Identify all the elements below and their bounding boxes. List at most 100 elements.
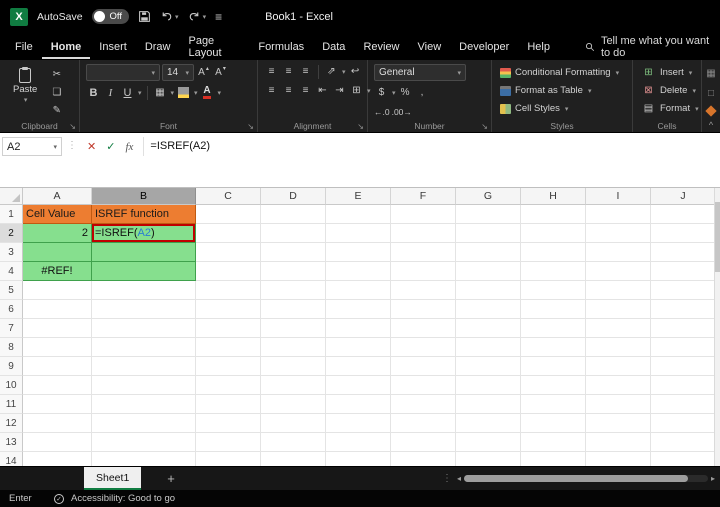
number-format-select[interactable]: General ▾ [374,64,466,81]
cell-C8[interactable] [196,338,261,357]
cell-F10[interactable] [391,376,456,395]
tab-insert[interactable]: Insert [90,34,136,59]
cell-J7[interactable] [651,319,714,338]
borders-icon[interactable]: ▦ [153,85,168,100]
cell-I9[interactable] [586,357,651,376]
row-header-9[interactable]: 9 [0,357,23,376]
cell-B2[interactable]: =ISREF(A2) [92,224,196,243]
cell-I3[interactable] [586,243,651,262]
cell-H1[interactable] [521,205,586,224]
cell-G9[interactable] [456,357,521,376]
accounting-format-icon[interactable]: $ [374,85,389,100]
tab-draw[interactable]: Draw [136,34,180,59]
cell-J11[interactable] [651,395,714,414]
cell-E10[interactable] [326,376,391,395]
column-header-H[interactable]: H [521,188,586,205]
copy-icon[interactable]: ❏ [49,85,64,100]
cell-G11[interactable] [456,395,521,414]
font-name-select[interactable]: ▾ [86,64,160,81]
cell-C4[interactable] [196,262,261,281]
cell-J9[interactable] [651,357,714,376]
column-header-E[interactable]: E [326,188,391,205]
cell-C3[interactable] [196,243,261,262]
cell-G3[interactable] [456,243,521,262]
tab-home[interactable]: Home [42,34,91,59]
cell-J10[interactable] [651,376,714,395]
partial-group-icon[interactable]: ▦ [704,66,719,81]
cell-F11[interactable] [391,395,456,414]
tab-developer[interactable]: Developer [450,34,518,59]
row-header-8[interactable]: 8 [0,338,23,357]
cell-E3[interactable] [326,243,391,262]
cell-C2[interactable] [196,224,261,243]
cell-I11[interactable] [586,395,651,414]
cell-G8[interactable] [456,338,521,357]
cell-E5[interactable] [326,281,391,300]
cell-F8[interactable] [391,338,456,357]
cell-H10[interactable] [521,376,586,395]
cancel-entry-icon[interactable]: ✕ [82,137,101,156]
cell-F13[interactable] [391,433,456,452]
paste-button[interactable]: Paste ▾ [6,64,44,118]
cell-F7[interactable] [391,319,456,338]
cell-D9[interactable] [261,357,326,376]
autosave-toggle[interactable]: Off [91,9,130,24]
excel-logo-icon[interactable]: X [10,7,28,26]
cell-styles-button[interactable]: Cell Styles ▾ [498,100,628,117]
cell-E2[interactable] [326,224,391,243]
cell-E9[interactable] [326,357,391,376]
cell-F2[interactable] [391,224,456,243]
tab-bar-dots[interactable]: ⋮ [442,467,452,490]
tell-me-search[interactable]: Tell me what you want to do [585,35,714,59]
row-header-1[interactable]: 1 [0,205,23,224]
row-header-6[interactable]: 6 [0,300,23,319]
cell-A9[interactable] [23,357,92,376]
column-header-G[interactable]: G [456,188,521,205]
cell-F1[interactable] [391,205,456,224]
italic-button[interactable]: I [103,85,118,100]
undo-icon[interactable]: ▾ [160,10,179,23]
cell-I14[interactable] [586,452,651,466]
cell-I12[interactable] [586,414,651,433]
cell-I5[interactable] [586,281,651,300]
font-color-icon[interactable]: A [200,85,215,100]
cell-B14[interactable] [92,452,196,466]
cell-H14[interactable] [521,452,586,466]
enter-entry-icon[interactable]: ✓ [101,137,120,156]
row-header-5[interactable]: 5 [0,281,23,300]
row-header-2[interactable]: 2 [0,224,23,243]
cell-C5[interactable] [196,281,261,300]
decrease-font-size-icon[interactable]: A ▾ [213,65,228,80]
accessibility-status[interactable]: Accessibility: Good to go [71,493,175,504]
cell-C6[interactable] [196,300,261,319]
cell-A6[interactable] [23,300,92,319]
cell-D5[interactable] [261,281,326,300]
cell-B4[interactable] [92,262,196,281]
align-right-icon[interactable]: ≡ [298,83,313,98]
cell-F12[interactable] [391,414,456,433]
select-all-button[interactable] [0,188,23,205]
cell-A11[interactable] [23,395,92,414]
row-header-14[interactable]: 14 [0,452,23,466]
orientation-icon[interactable]: ⇗ [324,64,339,79]
tab-file[interactable]: File [6,34,42,59]
cell-J6[interactable] [651,300,714,319]
cell-H6[interactable] [521,300,586,319]
align-middle-icon[interactable]: ≡ [281,64,296,79]
cell-I1[interactable] [586,205,651,224]
name-box[interactable]: A2 ▾ [2,137,62,156]
cell-H7[interactable] [521,319,586,338]
cell-A7[interactable] [23,319,92,338]
cell-I8[interactable] [586,338,651,357]
cell-A14[interactable] [23,452,92,466]
font-dialog-launcher-icon[interactable]: ↘ [247,122,254,131]
cell-E13[interactable] [326,433,391,452]
row-header-13[interactable]: 13 [0,433,23,452]
merge-center-icon[interactable]: ⊞ [349,83,364,98]
new-sheet-button[interactable]: + [167,467,175,490]
redo-icon[interactable]: ▾ [188,10,206,23]
cell-F5[interactable] [391,281,456,300]
conditional-formatting-button[interactable]: Conditional Formatting ▾ [498,64,628,81]
cell-H2[interactable] [521,224,586,243]
cell-E6[interactable] [326,300,391,319]
